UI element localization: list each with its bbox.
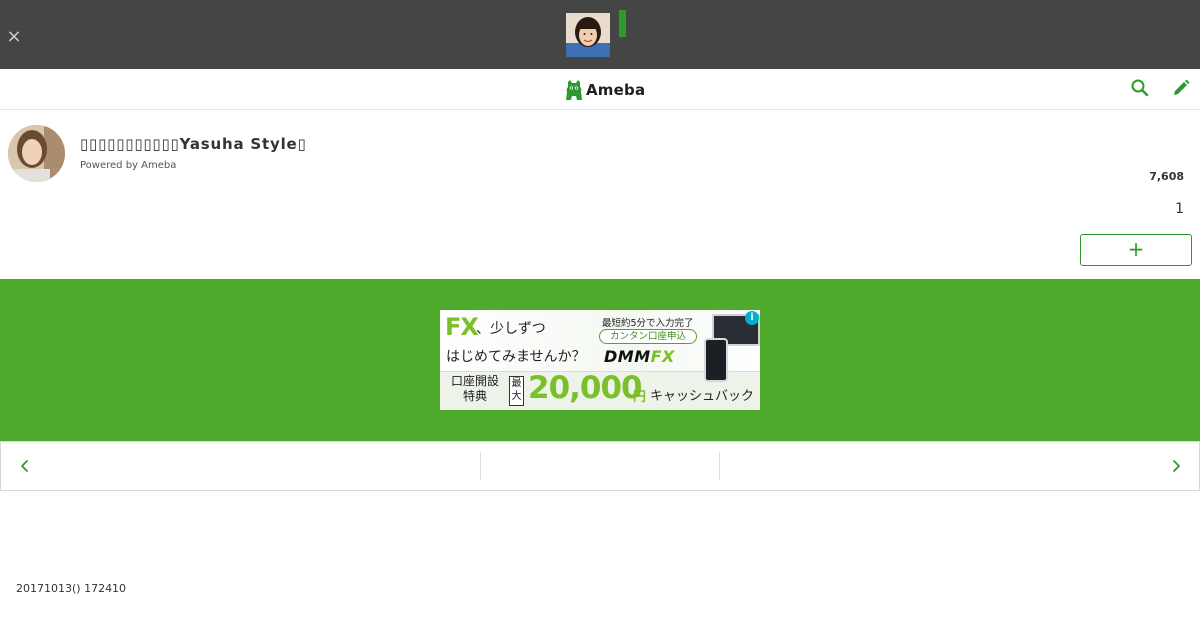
reader-count: 7,608 (1149, 170, 1184, 183)
next-post-button[interactable] (1166, 456, 1186, 476)
notification-indicator (619, 10, 626, 37)
close-button[interactable]: × (4, 27, 24, 47)
ad-info-icon[interactable]: i (745, 311, 759, 325)
close-icon: × (6, 26, 22, 47)
write-post-button[interactable] (1171, 78, 1191, 98)
ad-cashback: キャッシュバック (650, 389, 755, 404)
pager-divider (480, 452, 481, 480)
post-pager (0, 441, 1200, 491)
search-icon (1131, 79, 1149, 97)
powered-by: Powered by Ameba (80, 160, 177, 171)
blog-avatar[interactable] (8, 125, 65, 182)
ad-brand: DMMFX (604, 347, 675, 366)
top-bar: × (0, 0, 1200, 69)
ad-headline-1: 、少しずつ (476, 321, 546, 337)
post-count: 1 (1175, 201, 1184, 217)
ad-brand-fx: FX (650, 347, 675, 366)
logo-text: Ameba (586, 81, 646, 99)
ad-apply-pill: カンタン口座申込 (599, 329, 697, 344)
pager-divider (719, 452, 720, 480)
previous-post-button[interactable] (15, 456, 35, 476)
blog-title[interactable]: ▯▯▯▯▯▯▯▯▯▯▯Yasuha Style▯ (80, 135, 307, 153)
ad-max-label: 最大 (509, 376, 524, 406)
ameba-logo[interactable]: Ameba (565, 78, 645, 102)
smartphone-icon (704, 338, 728, 382)
chevron-left-icon (21, 460, 28, 472)
ad-amount: 20,000 (528, 370, 643, 406)
ad-yen: 円 (633, 390, 647, 405)
person-photo-icon (566, 13, 610, 57)
follow-button[interactable]: + (1080, 234, 1192, 266)
chevron-right-icon (1173, 460, 1180, 472)
ad-band: FX 、少しずつ はじめてみませんか？ 最短約5分で入力完了 カンタン口座申込 … (0, 279, 1200, 441)
ad-headline-2: はじめてみませんか？ (446, 349, 586, 365)
top-avatar[interactable] (566, 13, 610, 57)
ad-brand-main: DMM (604, 347, 651, 366)
pencil-icon (1174, 79, 1190, 95)
search-button[interactable] (1130, 78, 1150, 98)
ad-fx-text: FX (445, 313, 479, 341)
post-date: 20171013() 172410 (16, 582, 127, 595)
dmm-fx-ad-banner[interactable]: FX 、少しずつ はじめてみませんか？ 最短約5分で入力完了 カンタン口座申込 … (440, 310, 760, 410)
ameba-logo-icon (566, 80, 582, 100)
blog-profile: ▯▯▯▯▯▯▯▯▯▯▯Yasuha Style▯ Powered by Ameb… (0, 110, 1200, 278)
site-header: Ameba (0, 69, 1200, 110)
ad-perk-label: 口座開設 特典 (450, 374, 499, 403)
blogger-photo-icon (8, 125, 65, 182)
ad-time-note: 最短約5分で入力完了 (602, 318, 694, 329)
